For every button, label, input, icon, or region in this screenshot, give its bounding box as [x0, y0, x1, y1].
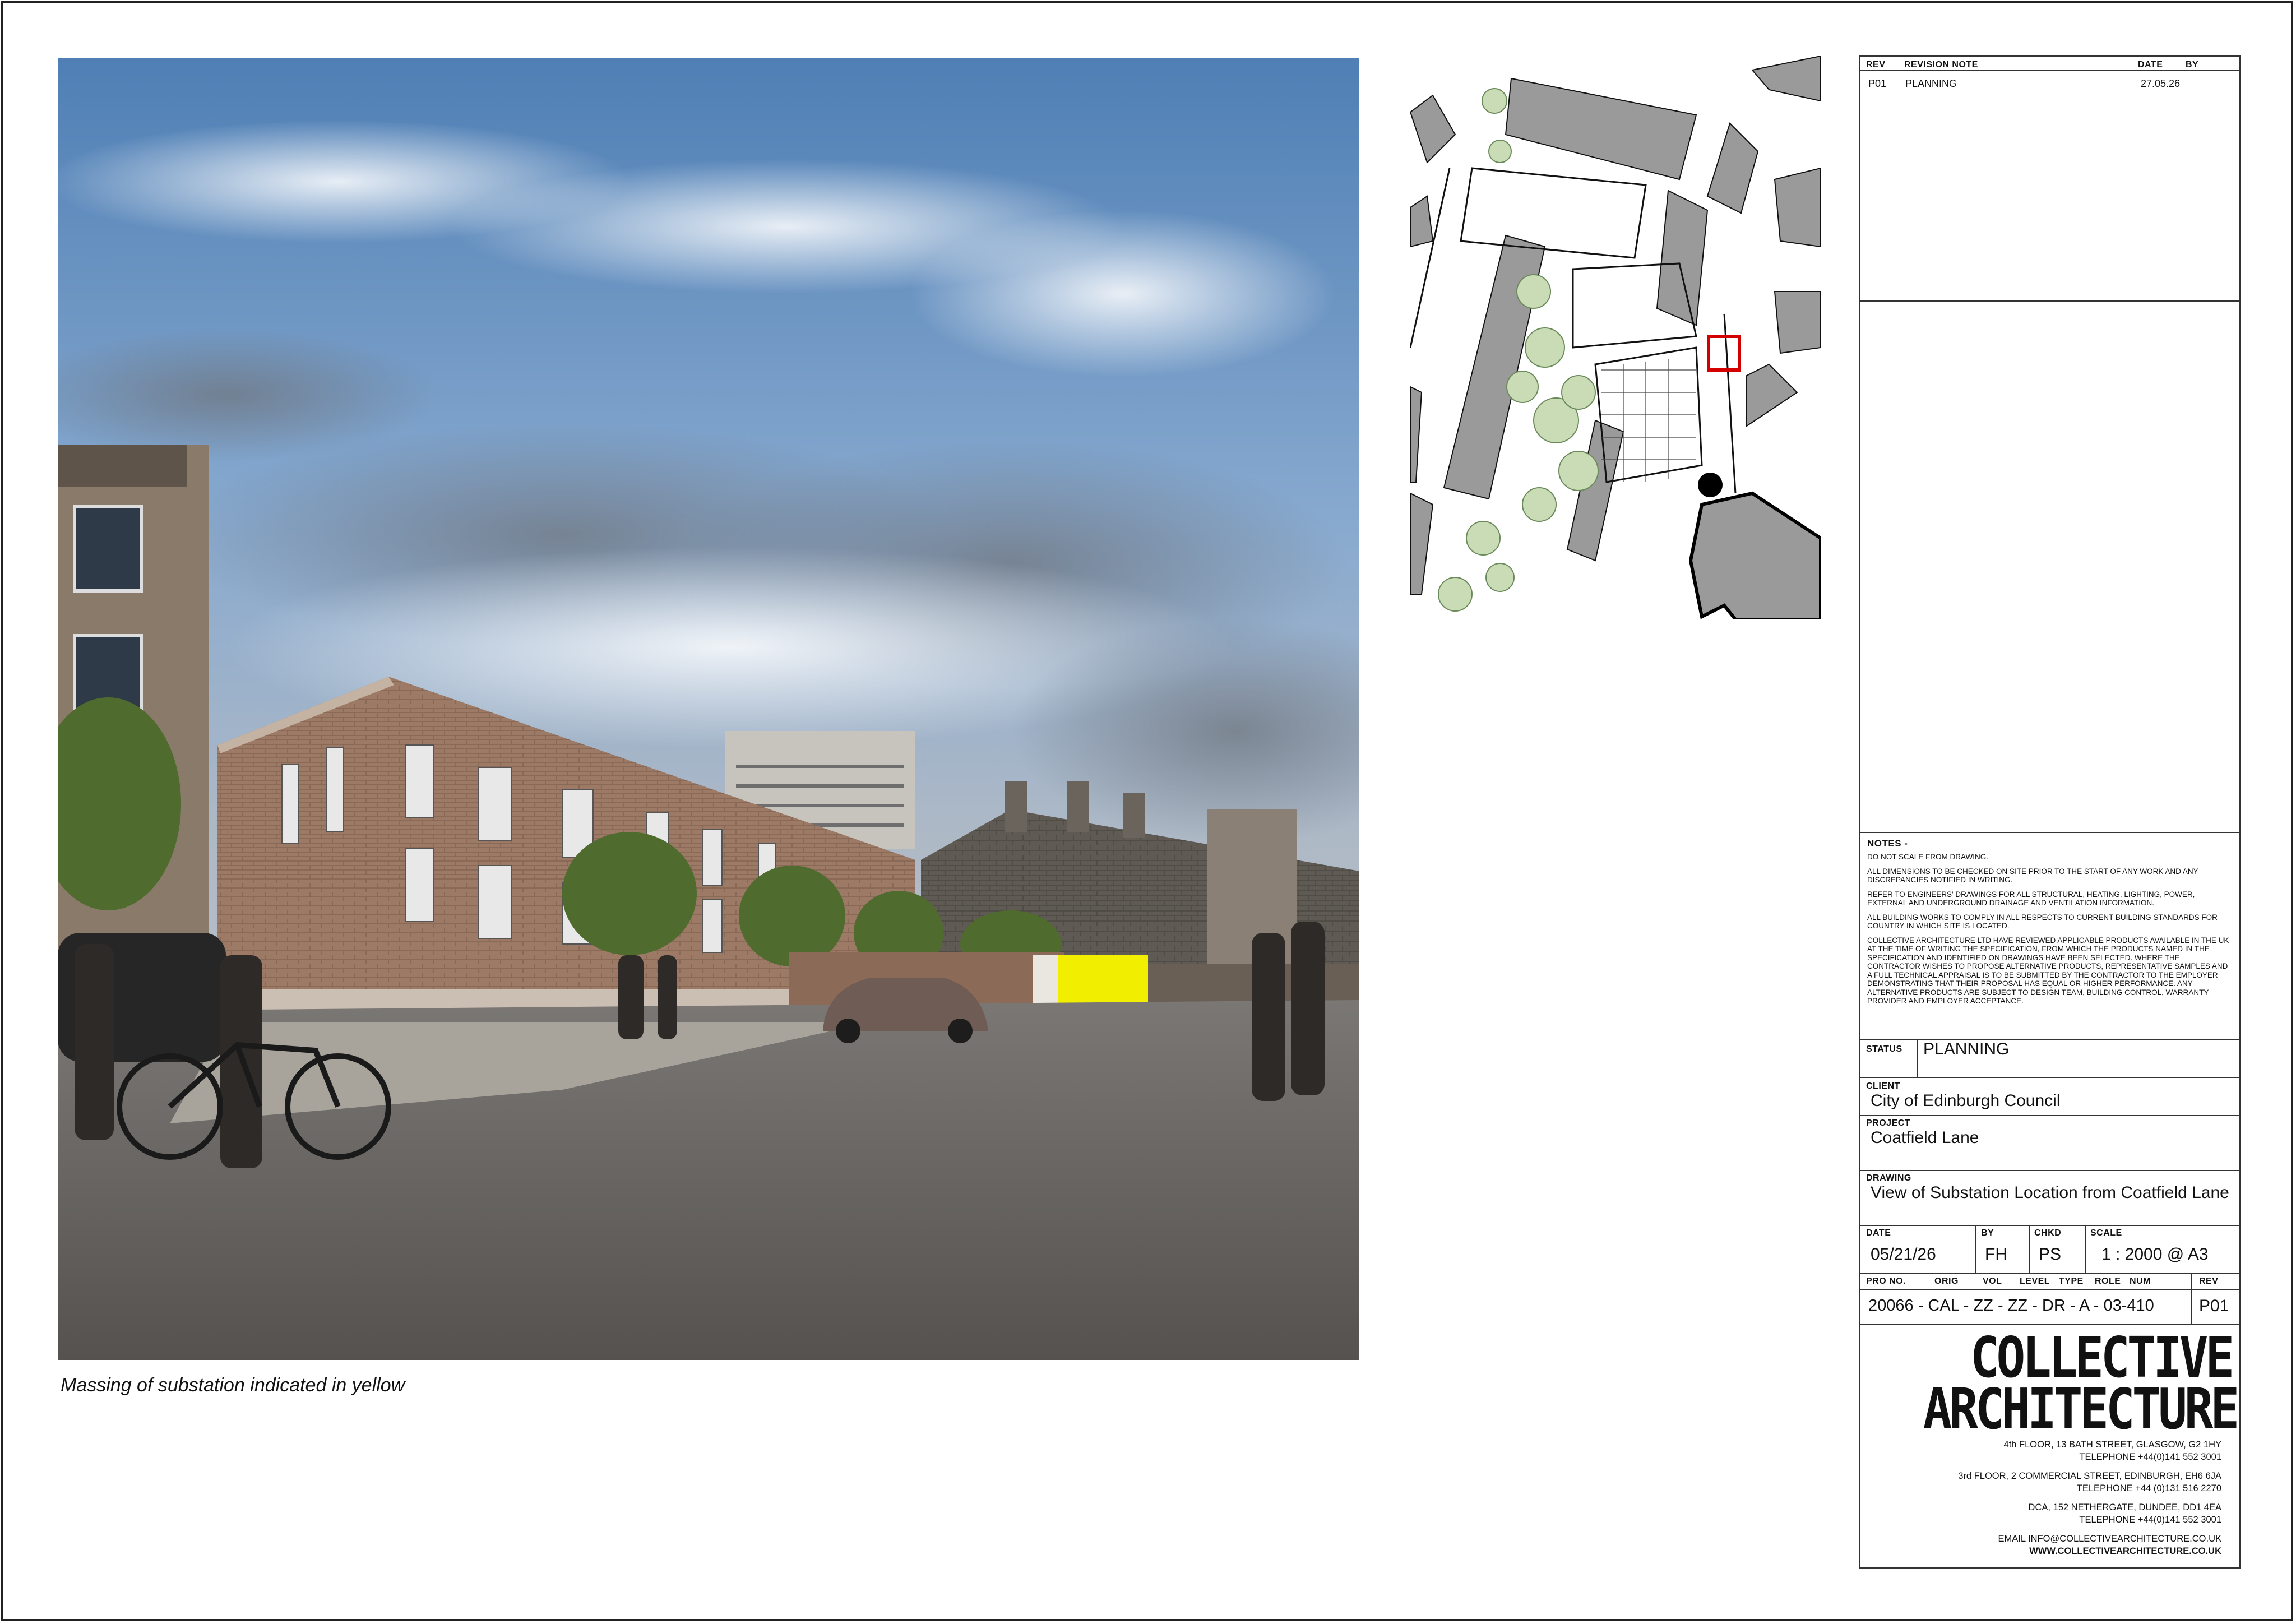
drawing-revision: P01 — [2199, 1297, 2229, 1315]
by-label: BY — [1981, 1228, 1994, 1238]
company-addresses: 4th FLOOR, 13 BATH STREET, GLASGOW, G2 1… — [1863, 1438, 2221, 1564]
client-value: City of Edinburgh Council — [1871, 1091, 2061, 1110]
revision-row-note: PLANNING — [1905, 78, 1957, 89]
note-item: ALL DIMENSIONS TO BE CHECKED ON SITE PRI… — [1867, 867, 2198, 885]
address-glasgow: 4th FLOOR, 13 BATH STREET, GLASGOW, G2 1… — [2003, 1440, 2221, 1462]
checked-label: CHKD — [2034, 1228, 2062, 1238]
visualisation-render — [58, 58, 1359, 1360]
notes-title: NOTES - — [1867, 838, 1908, 849]
drawing-number-label-level: LEVEL — [2020, 1276, 2050, 1286]
drawing-number-label-role: ROLE — [2095, 1276, 2121, 1286]
project-value: Coatfield Lane — [1871, 1128, 1979, 1147]
client-label: CLIENT — [1866, 1081, 1900, 1091]
rev-header: REV — [1866, 60, 1886, 70]
render-caption: Massing of substation indicated in yello… — [61, 1375, 405, 1396]
revision-row-rev: P01 — [1868, 78, 1887, 89]
revision-by-header: BY — [2186, 60, 2199, 70]
drawing-number-label-type: TYPE — [2059, 1276, 2084, 1286]
drawing-number-label-vol: VOL — [1983, 1276, 2002, 1286]
address-edinburgh: 3rd FLOOR, 2 COMMERCIAL STREET, EDINBURG… — [1958, 1471, 2221, 1493]
scale-value: 1 : 2000 @ A3 — [2101, 1245, 2209, 1264]
website-link[interactable]: WWW.COLLECTIVEARCHITECTURE.CO.UK — [2029, 1546, 2221, 1556]
project-label: PROJECT — [1866, 1118, 1911, 1128]
logo-line-2: ARCHITECTURE — [1923, 1376, 2240, 1442]
drawing-title: View of Substation Location from Coatfie… — [1871, 1183, 2229, 1202]
revision-row-date: 27.05.26 — [2141, 78, 2181, 89]
contact: EMAIL INFO@COLLECTIVEARCHITECTURE.CO.UK … — [1863, 1533, 2221, 1557]
location-key-plan — [1410, 56, 1821, 619]
revision-date-header: DATE — [2138, 60, 2163, 70]
note-item: ALL BUILDING WORKS TO COMPLY IN ALL RESP… — [1867, 913, 2218, 931]
site-location-marker — [1707, 335, 1741, 372]
drawing-label: DRAWING — [1866, 1173, 1911, 1183]
note-item: DO NOT SCALE FROM DRAWING. — [1867, 853, 1989, 861]
drawing-number: 20066 - CAL - ZZ - ZZ - DR - A - 03-410 — [1868, 1297, 2154, 1315]
date-value: 05/21/26 — [1871, 1245, 1936, 1264]
revision-note-header: REVISION NOTE — [1904, 60, 1978, 70]
drawing-number-label-orig: ORIG — [1934, 1276, 1959, 1286]
note-item: REFER TO ENGINEERS' DRAWINGS FOR ALL STR… — [1867, 890, 2195, 908]
drawing-number-label-pro-no: PRO NO. — [1866, 1276, 1906, 1286]
by-value: FH — [1985, 1245, 2007, 1264]
status-label: STATUS — [1866, 1044, 1902, 1054]
note-item: COLLECTIVE ARCHITECTURE LTD HAVE REVIEWE… — [1867, 936, 2229, 1006]
date-label: DATE — [1866, 1228, 1891, 1238]
scale-label: SCALE — [2090, 1228, 2122, 1238]
title-block: REV REVISION NOTE DATE BY P01 PLANNING 2… — [1859, 55, 2241, 1569]
checked-value: PS — [2039, 1245, 2062, 1264]
address-dundee: DCA, 152 NETHERGATE, DUNDEE, DD1 4EA TEL… — [2028, 1502, 2221, 1525]
drawing-number-label-num: NUM — [2130, 1276, 2151, 1286]
email-link[interactable]: EMAIL INFO@COLLECTIVEARCHITECTURE.CO.UK — [1998, 1534, 2221, 1544]
status-value: PLANNING — [1923, 1040, 2010, 1058]
drawing-rev-label: REV — [2199, 1276, 2219, 1286]
company-logo: COLLECTIVE ARCHITECTURE — [1923, 1330, 2240, 1442]
notes-list: DO NOT SCALE FROM DRAWING. ALL DIMENSION… — [1867, 853, 2232, 1011]
